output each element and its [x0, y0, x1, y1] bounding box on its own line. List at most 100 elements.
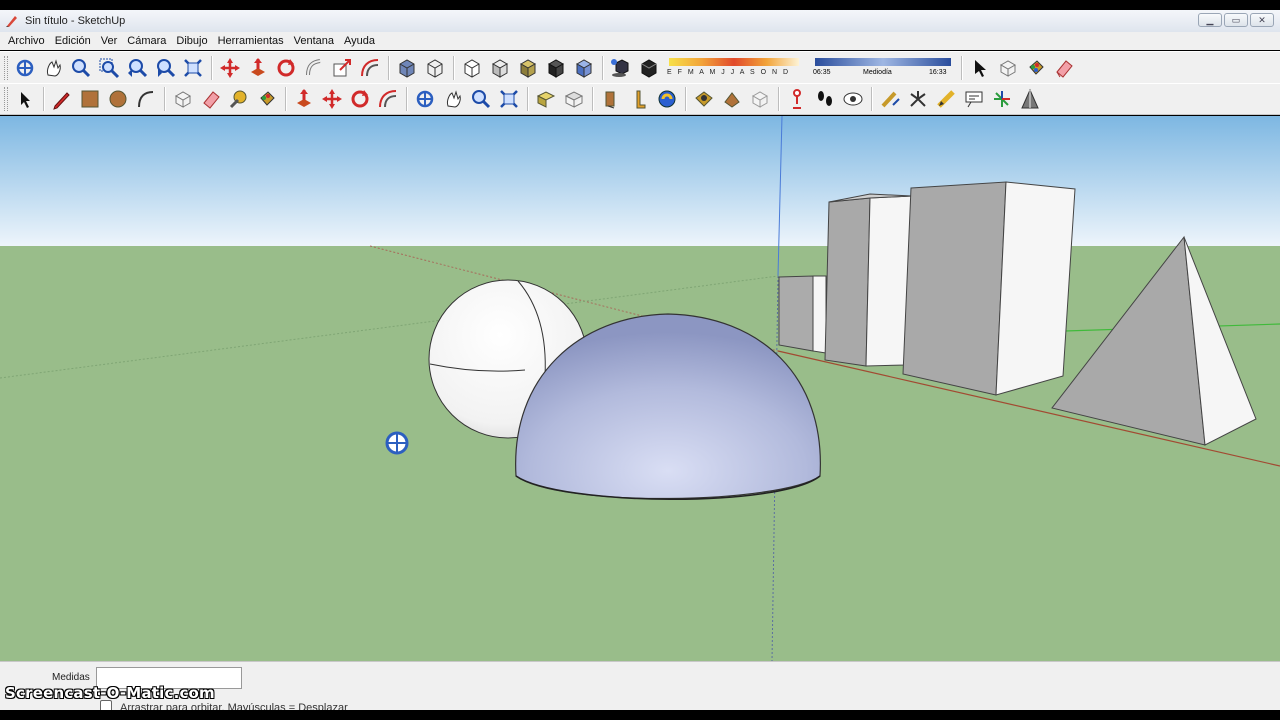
position-camera-icon — [793, 89, 801, 109]
menu-herramientas[interactable]: Herramientas — [213, 35, 289, 47]
iso-view-button[interactable] — [532, 85, 560, 113]
right-view-button[interactable] — [625, 85, 653, 113]
modeling-viewport[interactable] — [0, 116, 1280, 661]
menu-dibujo[interactable]: Dibujo — [171, 35, 212, 47]
shaded-button[interactable] — [486, 54, 514, 82]
close-button[interactable]: ✕ — [1250, 13, 1274, 27]
fog-toggle-button[interactable] — [635, 54, 663, 82]
paint-bucket-icon — [1029, 59, 1044, 75]
shadows-icon — [611, 58, 629, 77]
walk-button[interactable] — [811, 85, 839, 113]
date-slider[interactable] — [669, 57, 799, 66]
layers-button[interactable] — [718, 85, 746, 113]
screencast-watermark: Screencast-O-Matic.com — [5, 684, 215, 702]
scene-canvas[interactable] — [0, 116, 1280, 661]
layers-icon — [724, 92, 740, 108]
toolbar-grip[interactable] — [4, 87, 8, 111]
toolbar-row-2 — [0, 83, 1280, 115]
pencil-button[interactable] — [48, 85, 76, 113]
menu-camara[interactable]: Cámara — [122, 35, 171, 47]
sky — [0, 116, 1280, 247]
menu-edicion[interactable]: Edición — [50, 35, 96, 47]
follow-me-button[interactable] — [300, 54, 328, 82]
select-tool-button[interactable] — [11, 85, 39, 113]
eraser-tool-button[interactable] — [197, 85, 225, 113]
xray-button[interactable] — [393, 54, 421, 82]
toolbar-grip[interactable] — [4, 55, 8, 80]
protractor-button[interactable] — [904, 85, 932, 113]
select-icon — [21, 92, 30, 108]
paint-bucket-button[interactable] — [1022, 54, 1050, 82]
menu-ayuda[interactable]: Ayuda — [339, 35, 380, 47]
offset-button[interactable] — [356, 54, 384, 82]
rotate-button[interactable] — [272, 54, 300, 82]
look-around-button[interactable] — [839, 85, 867, 113]
eraser-button[interactable] — [1050, 54, 1078, 82]
zoom-extents-button[interactable] — [179, 54, 207, 82]
rotate-tool-button[interactable] — [346, 85, 374, 113]
eraser-icon — [203, 91, 220, 109]
front-view-button[interactable] — [597, 85, 625, 113]
move-button[interactable] — [216, 54, 244, 82]
text-button[interactable] — [932, 85, 960, 113]
zoom-extents-tool-button[interactable] — [495, 85, 523, 113]
zoom-window-button[interactable] — [95, 54, 123, 82]
pan-button[interactable] — [39, 54, 67, 82]
top-view-button[interactable] — [560, 85, 588, 113]
make-component-button[interactable] — [994, 54, 1022, 82]
tall-box[interactable] — [902, 181, 1076, 396]
rotate-icon — [277, 58, 295, 76]
menu-ventana[interactable]: Ventana — [289, 35, 339, 47]
orbit-tool-button[interactable] — [411, 85, 439, 113]
zoom-icon — [472, 90, 491, 109]
paint-tool-button[interactable] — [253, 85, 281, 113]
shadows-toggle-button[interactable] — [607, 54, 635, 82]
next-view-button[interactable] — [151, 54, 179, 82]
offset-icon — [361, 58, 379, 76]
paint-bucket-icon — [260, 91, 275, 106]
position-camera-button[interactable] — [783, 85, 811, 113]
push-pull-button[interactable] — [244, 54, 272, 82]
zoom-window-icon — [99, 58, 120, 78]
sandbox-button[interactable] — [690, 85, 718, 113]
monochrome-button[interactable] — [542, 54, 570, 82]
section-plane-button[interactable] — [1016, 85, 1044, 113]
select-button[interactable] — [966, 54, 994, 82]
push-pull-tool-button[interactable] — [290, 85, 318, 113]
follow-me-tool-button[interactable] — [374, 85, 402, 113]
menu-archivo[interactable]: Archivo — [3, 35, 50, 47]
move-icon — [220, 57, 240, 78]
maximize-button[interactable]: ▭ — [1224, 13, 1248, 27]
push-pull-icon — [297, 89, 311, 107]
back-view-button[interactable] — [653, 85, 681, 113]
rectangle-button[interactable] — [76, 85, 104, 113]
minimize-button[interactable]: ▁ — [1198, 13, 1222, 27]
circle-button[interactable] — [104, 85, 132, 113]
components-browser-button[interactable] — [746, 85, 774, 113]
style-button[interactable] — [570, 54, 598, 82]
component-button[interactable] — [169, 85, 197, 113]
middle-box[interactable] — [824, 193, 913, 367]
tape-measure-button[interactable] — [225, 85, 253, 113]
dimensions-button[interactable] — [876, 85, 904, 113]
dimensions-icon — [881, 91, 900, 108]
select-icon — [975, 59, 986, 77]
zoom-tool-button[interactable] — [467, 85, 495, 113]
arc-button[interactable] — [132, 85, 160, 113]
previous-view-button[interactable] — [123, 54, 151, 82]
zoom-button[interactable] — [67, 54, 95, 82]
axes-button[interactable] — [960, 85, 988, 113]
time-mid-label: Mediodía — [863, 68, 892, 76]
section-plane-icon — [1021, 88, 1039, 109]
time-slider[interactable] — [815, 57, 951, 66]
wireframe-button[interactable] — [421, 54, 449, 82]
3d-text-button[interactable] — [988, 85, 1016, 113]
move-tool-button[interactable] — [318, 85, 346, 113]
pan-tool-button[interactable] — [439, 85, 467, 113]
menu-ver[interactable]: Ver — [96, 35, 123, 47]
shaded-textures-button[interactable] — [514, 54, 542, 82]
hidden-line-button[interactable] — [458, 54, 486, 82]
orbit-button[interactable] — [11, 54, 39, 82]
small-box[interactable] — [778, 275, 827, 354]
scale-button[interactable] — [328, 54, 356, 82]
